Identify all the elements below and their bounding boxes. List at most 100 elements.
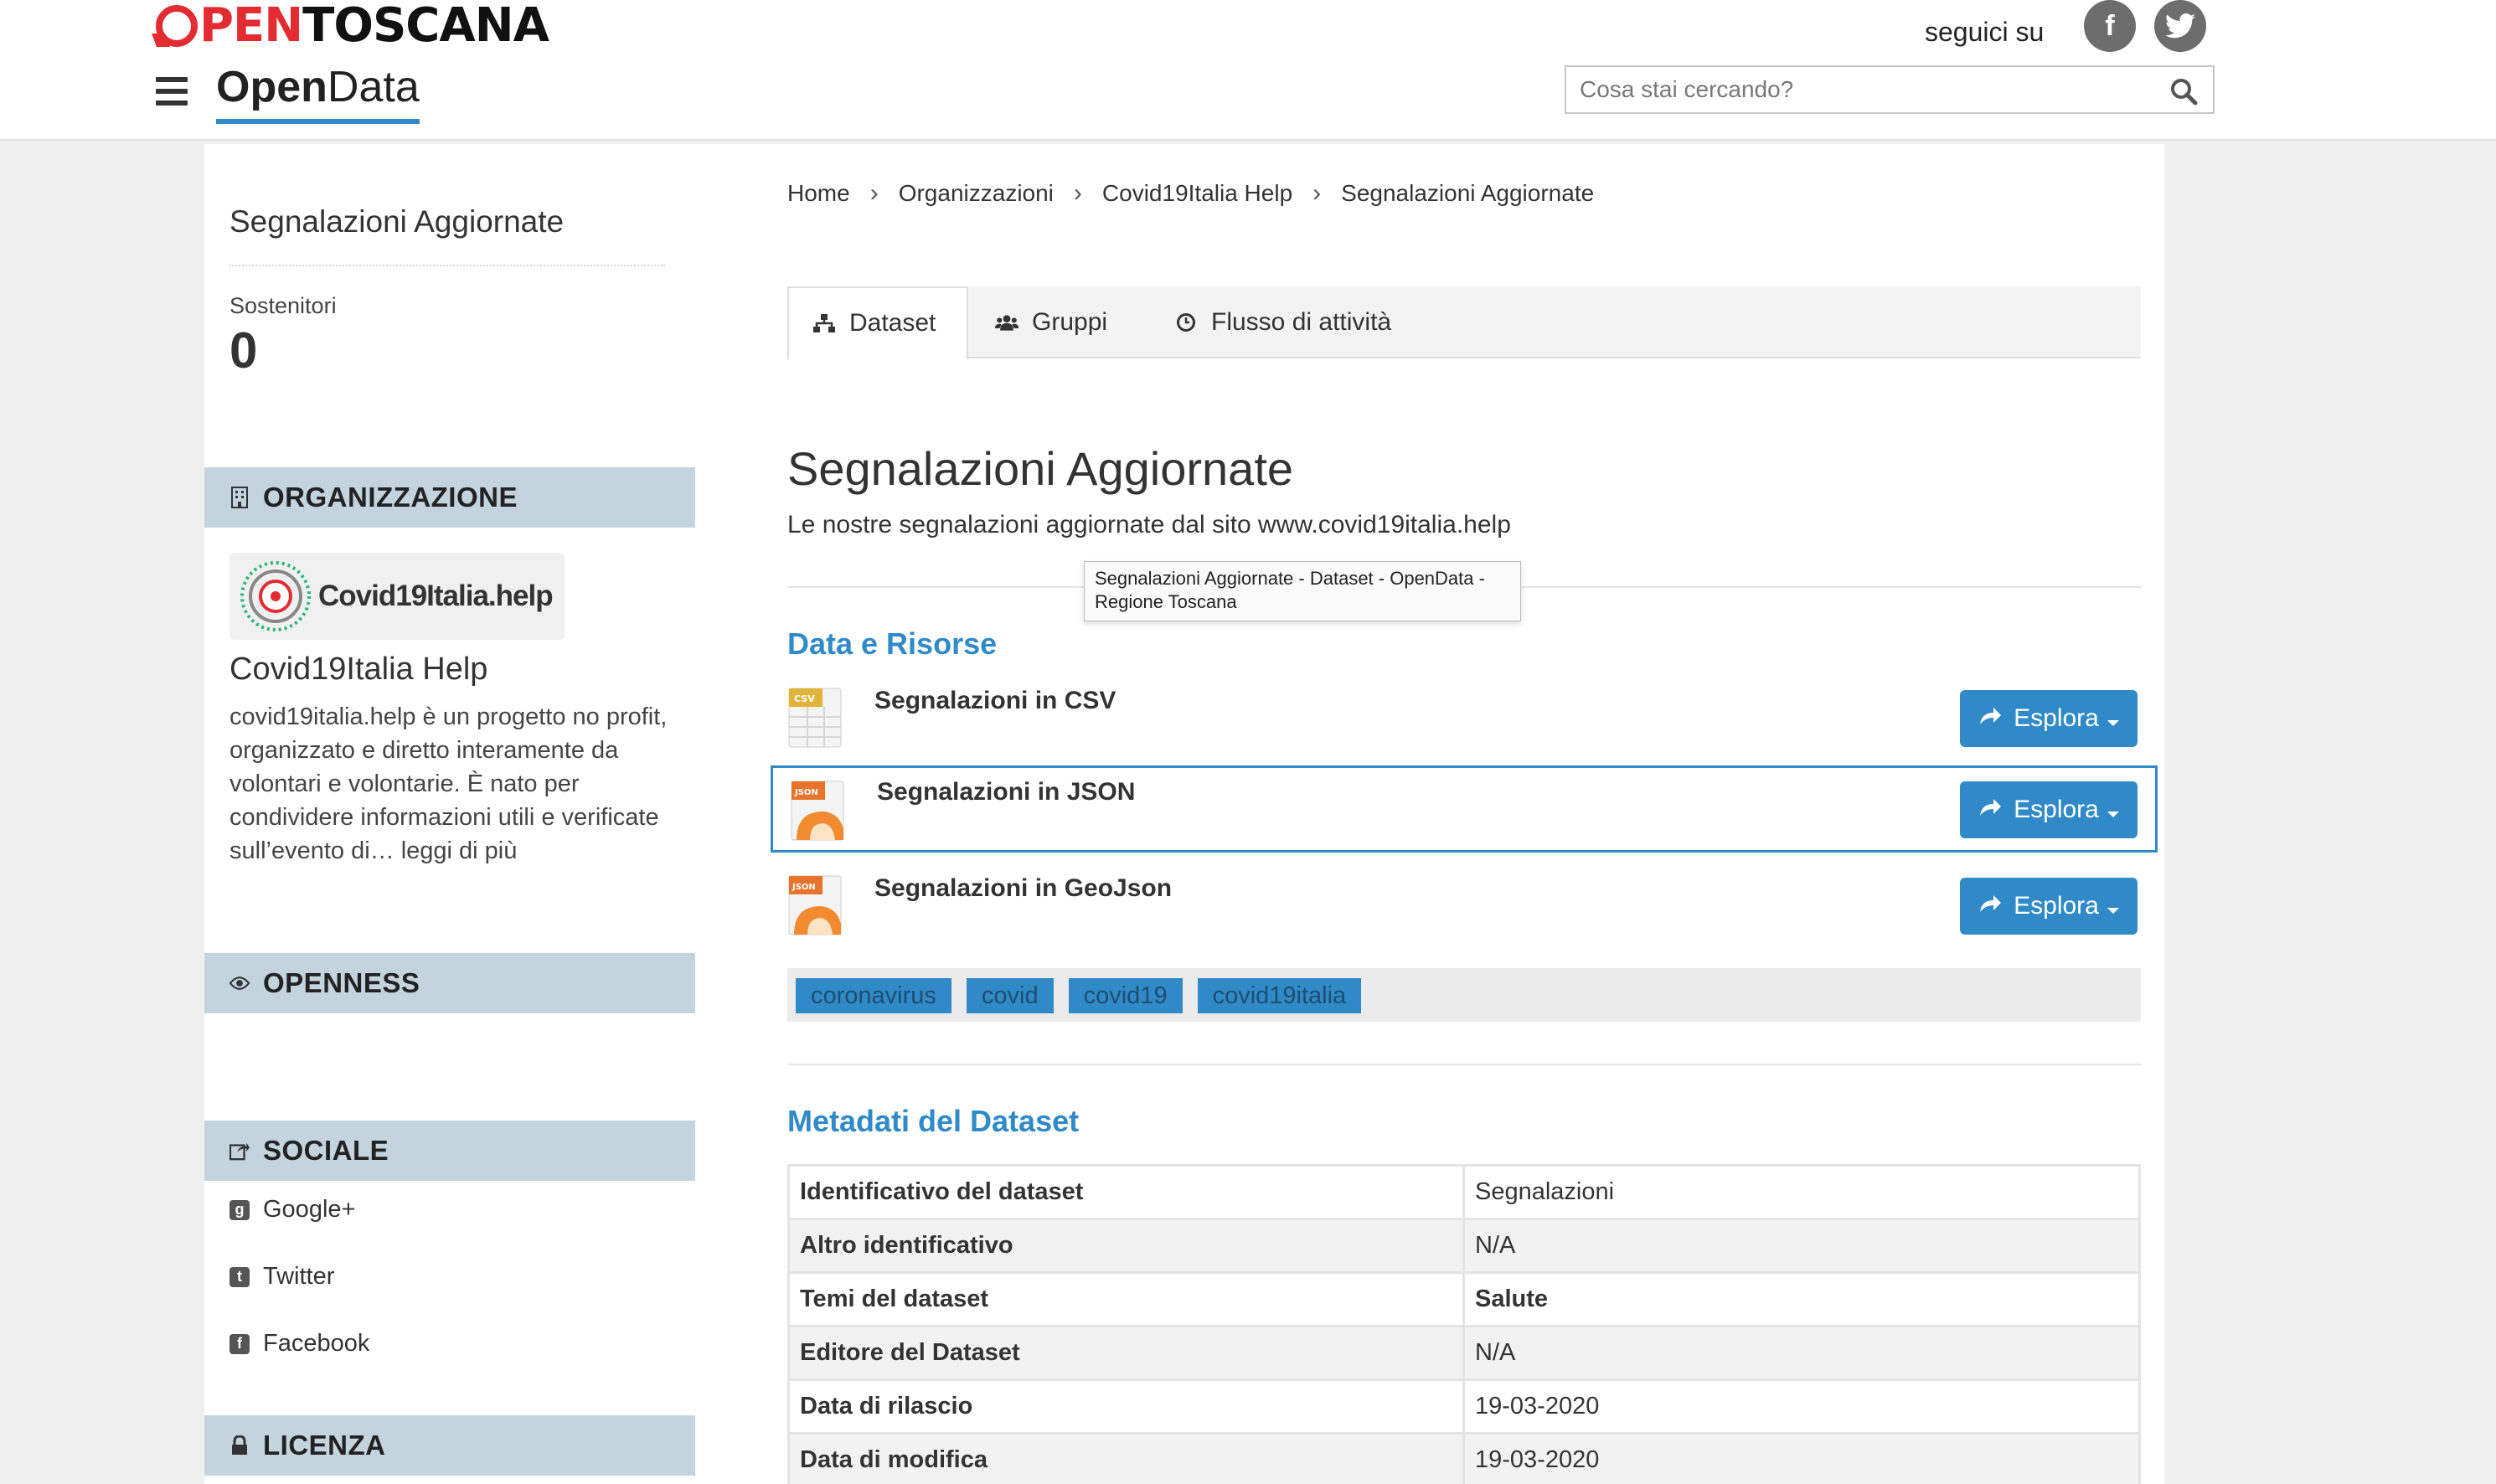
chevron-right-icon: ›: [869, 179, 879, 207]
site-header: PENTOSCANA OpenData seguici su f: [0, 0, 2496, 141]
share-icon: [1978, 704, 2002, 733]
facebook-icon[interactable]: f: [2084, 0, 2136, 52]
users-icon: [995, 311, 1019, 334]
license-heading: LICENZA: [204, 1415, 695, 1476]
organization-name: Covid19Italia Help: [229, 652, 488, 687]
resource-name[interactable]: Segnalazioni in CSV: [874, 687, 1116, 715]
tag-covid19[interactable]: covid19: [1068, 978, 1183, 1013]
logo-o-mark: [156, 5, 198, 47]
dataset-title: Segnalazioni Aggiornate: [787, 442, 1294, 495]
breadcrumb-current[interactable]: Segnalazioni Aggiornate: [1341, 180, 1594, 207]
share-facebook-link[interactable]: f Facebook: [229, 1330, 369, 1358]
covid-logo-icon: [238, 559, 313, 634]
resource-name[interactable]: Segnalazioni in GeoJson: [874, 874, 1172, 903]
sidebar-title: Segnalazioni Aggiornate: [229, 204, 665, 266]
share-icon: [1978, 796, 2002, 824]
read-more-link[interactable]: leggi di più: [401, 837, 518, 864]
tag-covid[interactable]: covid: [966, 978, 1054, 1013]
follow-label: seguici su: [1925, 17, 2045, 47]
openness-heading: OPENNESS: [204, 953, 695, 1013]
chevron-right-icon: ›: [1312, 179, 1322, 207]
organization-heading: ORGANIZZAZIONE: [204, 467, 695, 528]
metadata-value: 19-03-2020: [1462, 1378, 2141, 1435]
explore-button[interactable]: Esplora: [1960, 690, 2138, 747]
metadata-table: Identificativo del dataset Segnalazioni A…: [787, 1164, 2141, 1484]
building-icon: [229, 486, 250, 509]
metadata-value: Segnalazioni: [1462, 1164, 2141, 1220]
sitemap-icon: [812, 312, 836, 335]
table-row: Data di rilascio 19-03-2020: [787, 1378, 2141, 1435]
main-card: Segnalazioni Aggiornate Sostenitori 0 OR…: [204, 144, 2164, 1484]
social-heading: SOCIALE: [204, 1121, 695, 1181]
tab-activity-stream[interactable]: Flusso di attività: [1174, 286, 1391, 358]
tag-covid19italia[interactable]: covid19italia: [1197, 978, 1362, 1013]
logo-text-red: PEN: [199, 0, 303, 53]
resources-title: Data e Risorse: [787, 626, 998, 661]
explore-button[interactable]: Esplora: [1960, 878, 2138, 935]
resource-item-selected[interactable]: JSON Segnalazioni in JSON Esplora: [771, 765, 2158, 853]
tag-coronavirus[interactable]: coronavirus: [796, 978, 951, 1013]
followers-label: Sostenitori: [229, 293, 337, 318]
opendata-home-link[interactable]: OpenData: [216, 62, 420, 124]
search-icon[interactable]: [2169, 77, 2198, 106]
search-form: [1565, 65, 2215, 114]
breadcrumb-organization[interactable]: Covid19Italia Help: [1102, 180, 1292, 207]
share-icon: [1978, 892, 2002, 920]
eye-icon: [229, 971, 250, 995]
metadata-key: Data di rilascio: [787, 1378, 1465, 1435]
clock-icon: [1174, 311, 1198, 334]
table-row: Altro identificativo N/A: [787, 1218, 2141, 1274]
metadata-key: Altro identificativo: [787, 1218, 1465, 1274]
site-logo[interactable]: PENTOSCANA: [156, 0, 549, 52]
caret-down-icon: [2107, 719, 2119, 726]
breadcrumb-organizations[interactable]: Organizzazioni: [899, 180, 1054, 207]
metadata-title: Metadati del Dataset: [787, 1104, 1080, 1138]
metadata-value: N/A: [1462, 1218, 2141, 1274]
facebook-square-icon: f: [229, 1333, 250, 1354]
table-row: Data di modifica 19-03-2020: [787, 1432, 2141, 1484]
resource-name[interactable]: Segnalazioni in JSON: [877, 778, 1135, 806]
table-row: Editore del Dataset N/A: [787, 1325, 2141, 1381]
tag-list: coronavirus covid covid19 covid19italia: [787, 968, 2141, 1022]
menu-icon[interactable]: [156, 77, 188, 106]
metadata-key: Editore del Dataset: [787, 1325, 1465, 1381]
share-googleplus-link[interactable]: g Google+: [229, 1196, 355, 1224]
json-file-icon: JSON: [790, 780, 845, 842]
divider: [787, 1064, 2141, 1065]
caret-down-icon: [2107, 811, 2119, 817]
metadata-value: N/A: [1462, 1325, 2141, 1381]
share-twitter-link[interactable]: t Twitter: [229, 1263, 334, 1291]
followers-count: 0: [229, 322, 258, 379]
caret-down-icon: [2107, 907, 2119, 914]
json-file-icon: JSON: [787, 874, 843, 936]
dataset-tabs: Dataset Gruppi Flusso di attività: [787, 286, 2141, 360]
lock-icon: [229, 1434, 250, 1457]
organization-description: covid19italia.help è un progetto no prof…: [229, 703, 668, 864]
breadcrumb: Home › Organizzazioni › Covid19Italia He…: [787, 179, 1594, 208]
share-square-icon: [229, 1139, 250, 1162]
explore-button[interactable]: Esplora: [1960, 781, 2138, 838]
table-row: Identificativo del dataset Segnalazioni: [787, 1164, 2141, 1220]
table-row: Temi del dataset Salute: [787, 1271, 2141, 1327]
organization-logo[interactable]: Covid19Italia.help: [229, 553, 565, 640]
twitter-icon[interactable]: [2154, 0, 2206, 52]
svg-text:JSON: JSON: [792, 883, 816, 892]
tab-dataset[interactable]: Dataset: [787, 286, 968, 360]
organization-logo-text: Covid19Italia.help: [318, 580, 554, 612]
metadata-key: Temi del dataset: [787, 1271, 1465, 1327]
metadata-key: Data di modifica: [787, 1432, 1465, 1484]
dataset-description: Le nostre segnalazioni aggiornate dal si…: [787, 511, 1511, 538]
resource-item[interactable]: CSV Segnalazioni in CSV Esplora: [787, 677, 2141, 764]
svg-text:JSON: JSON: [794, 788, 818, 797]
svg-text:CSV: CSV: [794, 693, 815, 704]
csv-file-icon: CSV: [787, 687, 843, 749]
tab-groups[interactable]: Gruppi: [995, 286, 1107, 358]
search-input[interactable]: [1566, 67, 2153, 112]
breadcrumb-home[interactable]: Home: [787, 180, 850, 207]
logo-text-dark: TOSCANA: [302, 0, 549, 53]
twitter-square-icon: t: [229, 1266, 250, 1287]
metadata-value: 19-03-2020: [1462, 1432, 2141, 1484]
metadata-value: Salute: [1462, 1271, 2141, 1327]
metadata-key: Identificativo del dataset: [787, 1164, 1465, 1220]
resource-item[interactable]: JSON Segnalazioni in GeoJson Esplora: [787, 864, 2141, 951]
